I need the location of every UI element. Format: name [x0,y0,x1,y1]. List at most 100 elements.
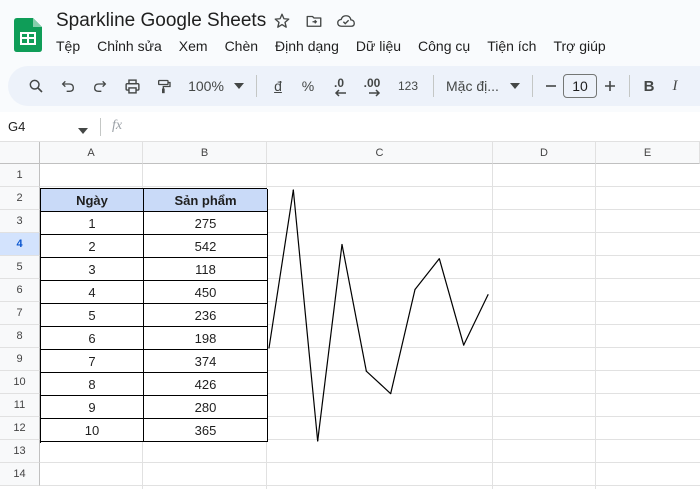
table-cell[interactable]: 8 [41,373,144,396]
decrease-decimal-button[interactable]: .0 [323,72,355,100]
table-cell[interactable]: 7 [41,350,144,373]
table-cell[interactable]: 374 [144,350,268,373]
spreadsheet-grid[interactable]: A B C D E 1 2 3 4 5 6 7 8 9 10 11 12 13 14 Ngày Sản phẩm 1 275… [0,142,700,489]
table-header-cell[interactable]: Sản phẩm [144,189,268,212]
row-header-14[interactable]: 14 [0,463,40,486]
sparkline-segment [341,244,367,372]
menu-view[interactable]: Xem [179,38,216,54]
sheets-logo-icon[interactable] [14,18,42,52]
italic-button[interactable]: I [662,72,688,100]
sparkline-point [487,294,489,296]
sparkline-segment [463,294,489,346]
row-header-12[interactable]: 12 [0,417,40,440]
chevron-down-icon[interactable] [504,72,526,100]
table-cell[interactable]: 3 [41,258,144,281]
font-size-decrease-button[interactable] [539,72,563,100]
sparkline-chart[interactable] [267,188,492,443]
sparkline-point [438,258,440,260]
table-cell[interactable]: 542 [144,235,268,258]
font-select[interactable]: Mặc đị... [440,72,504,100]
row-header-1[interactable]: 1 [0,164,40,187]
print-icon[interactable] [116,72,148,100]
table-cell[interactable]: 1 [41,212,144,235]
menu-bar: Tệp Chỉnh sửa Xem Chèn Định dạng Dữ liệu… [56,38,623,54]
formula-bar: G4 fx [0,112,700,142]
star-icon[interactable] [272,11,292,31]
row-header-2[interactable]: 2 [0,187,40,210]
currency-format-button[interactable]: đ [263,72,293,100]
column-header-e[interactable]: E [596,142,700,164]
row-header-11[interactable]: 11 [0,394,40,417]
table-cell[interactable]: 118 [144,258,268,281]
table-cell[interactable]: 280 [144,396,268,419]
gridline [40,186,700,187]
column-header-b[interactable]: B [143,142,267,164]
percent-format-button[interactable]: % [293,72,323,100]
sparkline-point [317,440,319,442]
row-header-9[interactable]: 9 [0,348,40,371]
fx-icon: fx [112,118,123,133]
chevron-down-icon[interactable] [78,121,88,139]
menu-tools[interactable]: Công cụ [418,38,478,54]
select-all-corner[interactable] [0,142,40,164]
table-cell[interactable]: 2 [41,235,144,258]
row-header-10[interactable]: 10 [0,371,40,394]
table-cell[interactable]: 450 [144,281,268,304]
row-header-3[interactable]: 3 [0,210,40,233]
gridline [595,164,596,489]
row-header-7[interactable]: 7 [0,302,40,325]
document-title[interactable]: Sparkline Google Sheets [56,10,266,32]
menu-data[interactable]: Dữ liệu [356,38,409,54]
table-cell[interactable]: 10 [41,419,144,442]
toolbar-divider [433,75,434,97]
table-header-cell[interactable]: Ngày [41,189,144,212]
row-header-6[interactable]: 6 [0,279,40,302]
table-cell[interactable]: 9 [41,396,144,419]
formula-bar-divider [100,118,101,136]
row-header-4[interactable]: 4 [0,233,40,256]
menu-edit[interactable]: Chỉnh sửa [97,38,170,54]
chevron-down-icon[interactable] [228,72,250,100]
toolbar: 100% đ % .0 .00 123 Mặc đị... 10 B I [8,66,700,106]
menu-extensions[interactable]: Tiện ích [487,38,544,54]
table-cell[interactable]: 426 [144,373,268,396]
undo-icon[interactable] [52,72,84,100]
row-header-13[interactable]: 13 [0,440,40,463]
increase-decimal-button[interactable]: .00 [355,72,389,100]
sparkline-segment [414,258,440,290]
redo-icon[interactable] [84,72,116,100]
column-header-d[interactable]: D [493,142,596,164]
sparkline-segment [390,289,416,394]
table-cell[interactable]: 5 [41,304,144,327]
move-folder-icon[interactable] [304,11,324,31]
menu-format[interactable]: Định dạng [275,38,347,54]
search-icon[interactable] [20,72,52,100]
sparkline-segment [317,244,343,442]
font-size-input[interactable]: 10 [563,74,597,98]
column-header-c[interactable]: C [267,142,493,164]
bold-button[interactable]: B [636,72,662,100]
table-cell[interactable]: 4 [41,281,144,304]
table-cell[interactable]: 236 [144,304,268,327]
row-header-8[interactable]: 8 [0,325,40,348]
row-header-5[interactable]: 5 [0,256,40,279]
sparkline-point [341,243,343,246]
font-size-increase-button[interactable] [597,72,623,100]
paint-format-icon[interactable] [148,72,180,100]
cloud-saved-icon[interactable] [336,11,356,31]
increase-decimal-label: .00 [363,76,381,90]
table-cell[interactable]: 198 [144,327,268,350]
menu-help[interactable]: Trợ giúp [553,38,613,54]
table-cell[interactable]: 6 [41,327,144,350]
menu-file[interactable]: Tệp [56,38,88,54]
toolbar-divider [256,75,257,97]
sparkline-point [414,288,416,291]
column-header-a[interactable]: A [40,142,143,164]
table-cell[interactable]: 275 [144,212,268,235]
name-box[interactable]: G4 [8,119,25,134]
menu-insert[interactable]: Chèn [225,38,266,54]
zoom-select[interactable]: 100% [184,72,228,100]
gridline [492,164,493,489]
number-format-button[interactable]: 123 [389,72,427,100]
table-cell[interactable]: 365 [144,419,268,442]
